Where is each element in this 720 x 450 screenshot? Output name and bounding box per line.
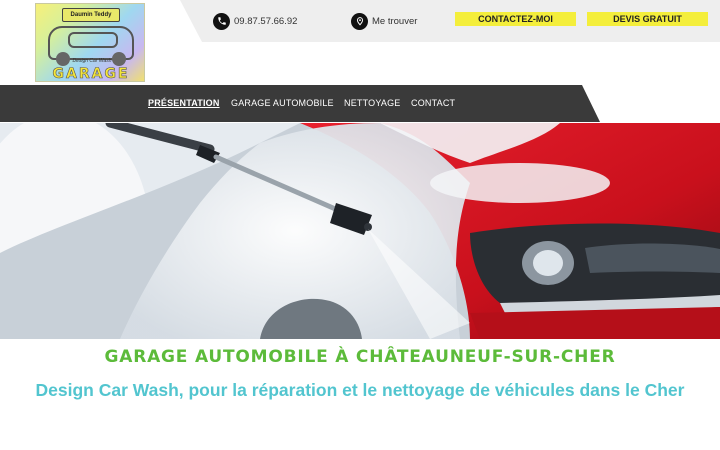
site-logo[interactable]: Daumin Teddy Design Car Wash GARAGE — [35, 3, 145, 82]
page-title: GARAGE AUTOMOBILE À CHÂTEAUNEUF-SUR-CHER — [104, 347, 616, 367]
page: Daumin Teddy Design Car Wash GARAGE 09.8… — [0, 0, 720, 450]
nav-item-garage-automobile[interactable]: GARAGE AUTOMOBILE — [231, 98, 334, 108]
page-subtitle: Design Car Wash, pour la réparation et l… — [35, 380, 685, 400]
logo-plate: Daumin Teddy — [62, 8, 120, 22]
phone-link[interactable]: 09.87.57.66.92 — [213, 12, 297, 30]
free-quote-button[interactable]: DEVIS GRATUIT — [587, 12, 708, 26]
location-pin-icon — [351, 12, 368, 30]
logo-subtitle: Design Car Wash — [72, 58, 112, 64]
nav-item-presentation[interactable]: PRÉSENTATION — [148, 98, 220, 108]
car-wash-illustration — [0, 123, 720, 339]
nav-item-nettoyage[interactable]: NETTOYAGE — [344, 98, 400, 108]
contact-button[interactable]: CONTACTEZ-MOI — [455, 12, 576, 26]
location-link[interactable]: Me trouver — [351, 12, 417, 30]
phone-number: 09.87.57.66.92 — [234, 15, 298, 27]
main-nav: PRÉSENTATION GARAGE AUTOMOBILE NETTOYAGE… — [0, 85, 600, 122]
location-label: Me trouver — [372, 15, 418, 27]
hero-image — [0, 123, 720, 339]
nav-item-contact[interactable]: CONTACT — [411, 98, 455, 108]
phone-icon — [213, 12, 230, 30]
logo-wordmark: GARAGE — [52, 66, 130, 82]
